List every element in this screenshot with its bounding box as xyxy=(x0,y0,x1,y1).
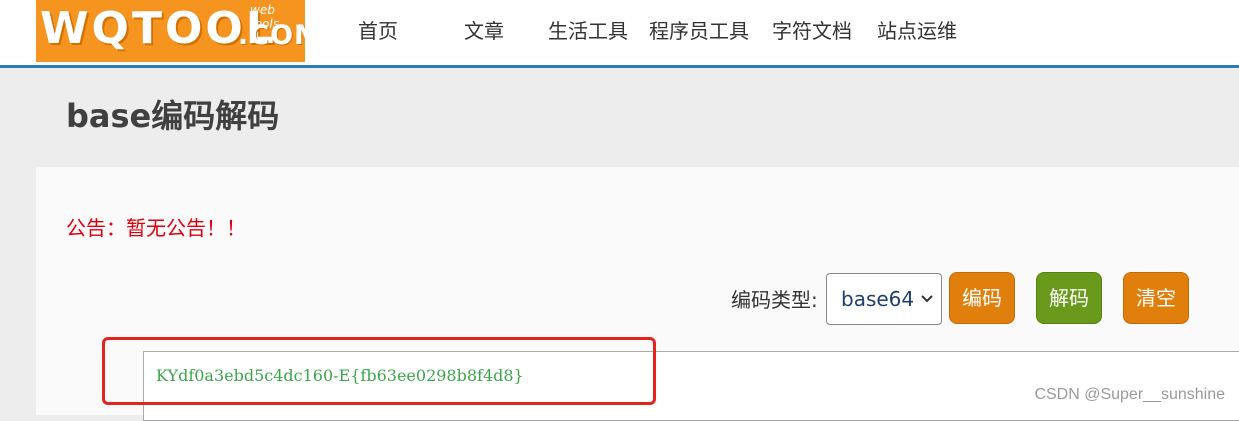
nav-item-life-tools[interactable]: 生活工具 xyxy=(548,0,628,62)
nav-item-char-docs[interactable]: 字符文档 xyxy=(772,0,852,62)
chevron-down-icon xyxy=(921,274,933,324)
annotation-highlight-box xyxy=(102,337,656,405)
decode-button[interactable]: 解码 xyxy=(1036,272,1102,324)
encode-button[interactable]: 编码 xyxy=(949,272,1015,324)
clear-button[interactable]: 清空 xyxy=(1123,272,1189,324)
nav-item-dev-tools[interactable]: 程序员工具 xyxy=(649,0,749,62)
site-logo[interactable]: WQTOOL web tools .COM xyxy=(36,0,305,62)
logo-domain: .COM xyxy=(238,20,305,51)
csdn-watermark: CSDN @Super__sunshine xyxy=(1034,386,1225,403)
nav-item-site-ops[interactable]: 站点运维 xyxy=(877,0,957,62)
nav-item-home[interactable]: 首页 xyxy=(358,0,398,62)
encoding-type-select[interactable]: base64 xyxy=(826,273,942,325)
notice-text: 公告：暂无公告！！ xyxy=(66,216,246,240)
title-bar: base编码解码 xyxy=(0,68,1239,165)
encoding-type-label: 编码类型: xyxy=(731,288,818,312)
encoding-type-value: base64 xyxy=(841,287,915,311)
page-title: base编码解码 xyxy=(66,97,280,135)
nav-item-articles[interactable]: 文章 xyxy=(464,0,504,62)
site-header: WQTOOL web tools .COM 首页 文章 生活工具 程序员工具 字… xyxy=(0,0,1239,68)
